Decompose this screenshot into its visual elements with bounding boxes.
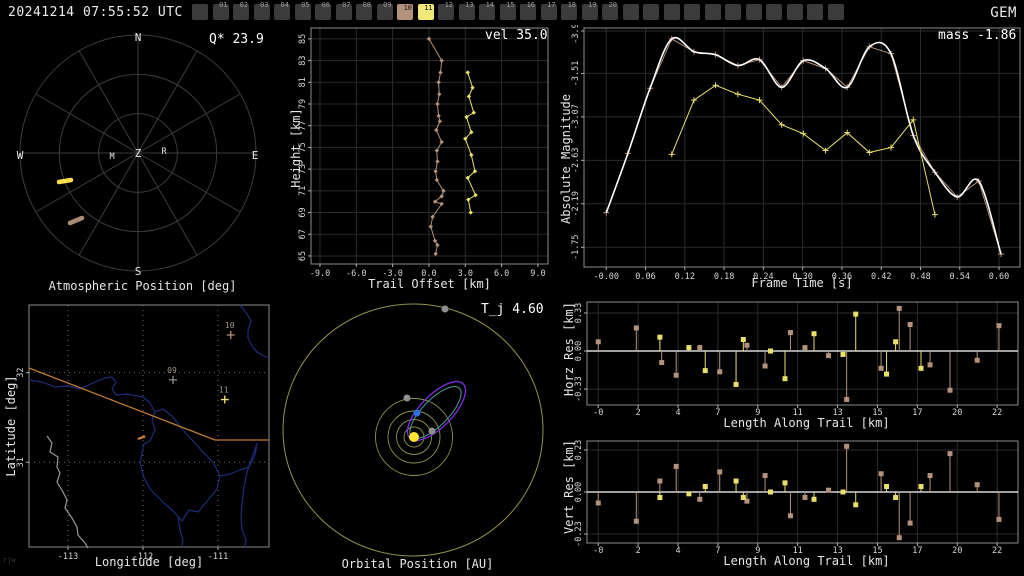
frame-box-label: 11	[424, 4, 433, 12]
frame-box-15[interactable]: 15	[499, 1, 516, 20]
frame-box-06[interactable]: 06	[315, 1, 331, 20]
svg-text:Z: Z	[135, 147, 142, 160]
frame-box-12[interactable]: 12	[438, 1, 454, 20]
latitude-ylabel: Latitude [deg]	[4, 375, 18, 477]
frame-box-label: 12	[444, 1, 453, 9]
orbital-position-panel	[282, 303, 544, 557]
frame-box-26[interactable]	[725, 4, 741, 20]
mass-annotation: mass -1.86	[938, 28, 1017, 43]
frame-box-03[interactable]: 03	[253, 1, 270, 20]
frame-box-25[interactable]	[704, 4, 721, 20]
svg-text:09: 09	[167, 366, 177, 375]
frame-box-label: 14	[485, 1, 494, 9]
frame-box-28[interactable]	[766, 4, 782, 20]
frame-box-label: 09	[383, 1, 392, 9]
frame-box-07[interactable]: 07	[335, 1, 352, 20]
frame-box-05[interactable]: 05	[294, 1, 311, 20]
vert-res-xlabel: Length Along Trail [km]	[723, 554, 890, 568]
frame-box-24[interactable]	[684, 4, 700, 20]
trail-xlabel: Trail Offset [km]	[368, 277, 491, 291]
frame-box-label: 10	[403, 4, 412, 12]
frame-strip: 01 02 03 04 05 06 07 08 09 10 11 12 13 14 15 16 17 18 19 20	[192, 1, 872, 22]
trail-offset-panel: -9.0 -6.0 -3.0 0.0 3.0 6.0 9.06567697173757779…	[298, 27, 549, 279]
frame-box-10[interactable]: 10	[397, 4, 413, 20]
frame-box-01[interactable]: 01	[212, 1, 229, 20]
svg-text:83: 83	[298, 55, 308, 65]
svg-text:M: M	[109, 152, 114, 162]
q-star-annotation: Q* 23.9	[209, 32, 264, 47]
svg-text:R: R	[161, 147, 167, 157]
frame-box-label: 19	[588, 1, 597, 9]
svg-text:-3.51: -3.51	[571, 61, 581, 87]
frame-box-label: 18	[567, 1, 576, 9]
frame-box-04[interactable]: 04	[274, 1, 290, 20]
frame-box-09[interactable]: 09	[376, 1, 393, 20]
light-curve-panel: -0.00 0.06 0.12 0.18 0.24 0.30 0.36 0.42 0.48 0.5…	[571, 25, 1021, 282]
frame-box-20[interactable]: 20	[602, 1, 618, 20]
frame-box-17[interactable]: 17	[540, 1, 557, 20]
frame-box-13[interactable]: 13	[458, 1, 475, 20]
horizontal-residuals-panel: -0 2 4 7 9 11 13 15 17 20 220.330.00-0.33	[574, 301, 1019, 418]
frame-box-29[interactable]	[786, 4, 803, 20]
watermark: rjw	[3, 556, 16, 564]
frame-box-08[interactable]: 08	[356, 1, 372, 20]
frame-box-11[interactable]: 11	[417, 4, 434, 20]
frame-box-14[interactable]: 14	[479, 1, 495, 20]
frame-box-label: 13	[465, 1, 474, 9]
shower-code-label: GEM	[990, 5, 1017, 21]
svg-text:65: 65	[298, 251, 308, 261]
frame-box-label: 08	[362, 1, 371, 9]
frame-box-label: 20	[608, 1, 617, 9]
frame-box-label: 07	[342, 1, 351, 9]
frame-box-label: 03	[260, 1, 269, 9]
svg-text:81: 81	[298, 77, 308, 87]
tisserand-annotation: T_j 4.60	[481, 302, 544, 317]
frame-box-21[interactable]	[622, 4, 639, 20]
frame-box-label: 17	[547, 1, 556, 9]
vert-res-ylabel: Vert Res [km]	[562, 440, 576, 534]
svg-text:N: N	[135, 31, 142, 44]
frame-box-label: 15	[506, 1, 515, 9]
magnitude-ylabel: Absolute Magnitude	[559, 93, 573, 225]
frame-box-label: 01	[219, 1, 228, 9]
svg-text:11: 11	[219, 386, 229, 395]
timestamp: 20241214 07:55:52 UTC	[8, 5, 183, 20]
trail-ylabel: Height [km]	[289, 108, 303, 188]
frame-box-00[interactable]	[192, 4, 208, 20]
frame-box-19[interactable]: 19	[581, 1, 598, 20]
velocity-annotation: vel 35.0	[485, 28, 548, 43]
frame-box-18[interactable]: 18	[561, 1, 577, 20]
frame-box-22[interactable]	[643, 4, 659, 20]
frame-box-02[interactable]: 02	[233, 1, 249, 20]
horz-res-xlabel: Length Along Trail [km]	[723, 416, 890, 430]
frame-box-label: 16	[526, 1, 535, 9]
ground-map-panel: -113 -112 -1113132 091011	[16, 304, 270, 562]
longitude-xlabel: Longitude [deg]	[94, 555, 204, 569]
frame-box-16[interactable]: 16	[520, 1, 536, 20]
frame-box-label: 04	[280, 1, 289, 9]
frame-box-30[interactable]	[807, 4, 823, 20]
atmospheric-position-panel: N S W E Z M R	[17, 31, 259, 278]
svg-text:S: S	[135, 265, 142, 278]
frame-box-27[interactable]	[745, 4, 762, 20]
frame-box-label: 05	[301, 1, 310, 9]
frame-time-xlabel: Frame Time [s]	[751, 276, 853, 290]
orbital-title: Orbital Position [AU]	[341, 557, 494, 571]
svg-text:10: 10	[225, 321, 235, 330]
svg-text:-3.94: -3.94	[571, 25, 581, 44]
frame-box-31[interactable]	[827, 4, 844, 20]
svg-text:-1.75: -1.75	[571, 234, 581, 260]
svg-text:85: 85	[298, 34, 308, 44]
frame-box-label: 02	[239, 1, 248, 9]
frame-box-23[interactable]	[663, 4, 680, 20]
svg-text:69: 69	[298, 207, 308, 217]
frame-box-label: 06	[321, 1, 330, 9]
meteor-analysis-screen: 20241214 07:55:52 UTC 01 02 03 04 05 06 07 08 09…	[0, 0, 1024, 576]
svg-text:E: E	[252, 149, 259, 162]
svg-text:67: 67	[298, 229, 308, 239]
horz-res-ylabel: Horz Res [km]	[562, 302, 576, 396]
svg-text:W: W	[17, 149, 24, 162]
atmospheric-title: Atmospheric Position [deg]	[48, 279, 237, 293]
